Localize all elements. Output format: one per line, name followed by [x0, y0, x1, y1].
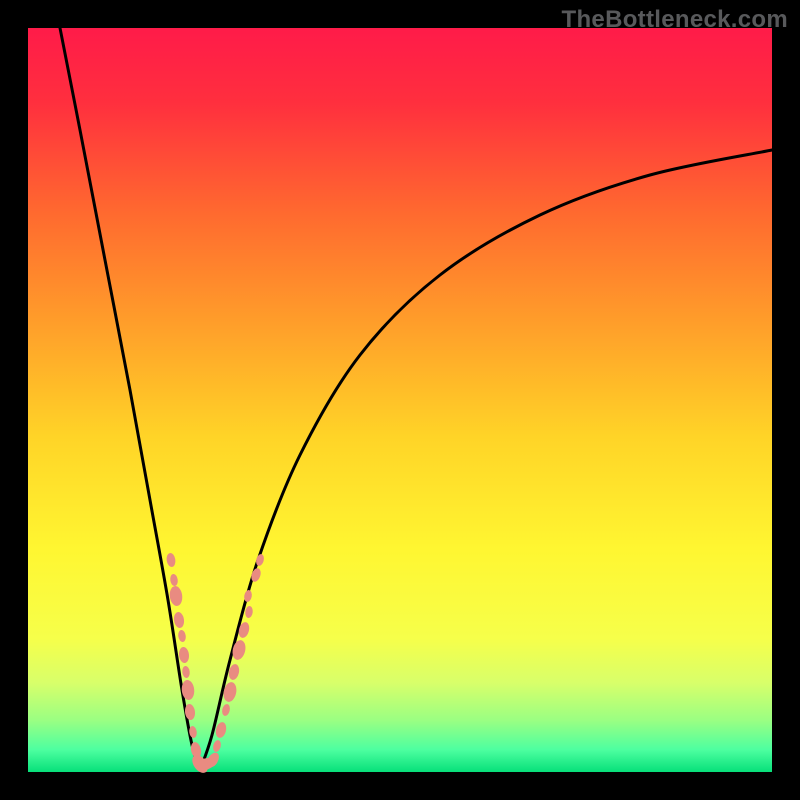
marker-dot	[173, 611, 185, 628]
marker-dot	[169, 574, 178, 587]
chart-frame: TheBottleneck.com	[0, 0, 800, 800]
marker-dot	[177, 630, 186, 643]
marker-dot	[182, 666, 191, 679]
marker-dot	[221, 703, 231, 716]
marker-dot	[212, 739, 222, 753]
marker-dot	[245, 606, 254, 619]
curve-left-branch	[60, 28, 200, 770]
chart-svg-layer	[0, 0, 800, 800]
marker-dot	[169, 585, 184, 606]
marker-dot	[178, 647, 190, 664]
marker-dot	[166, 552, 177, 567]
watermark-text: TheBottleneck.com	[562, 6, 788, 34]
curve-right-branch	[200, 150, 772, 770]
